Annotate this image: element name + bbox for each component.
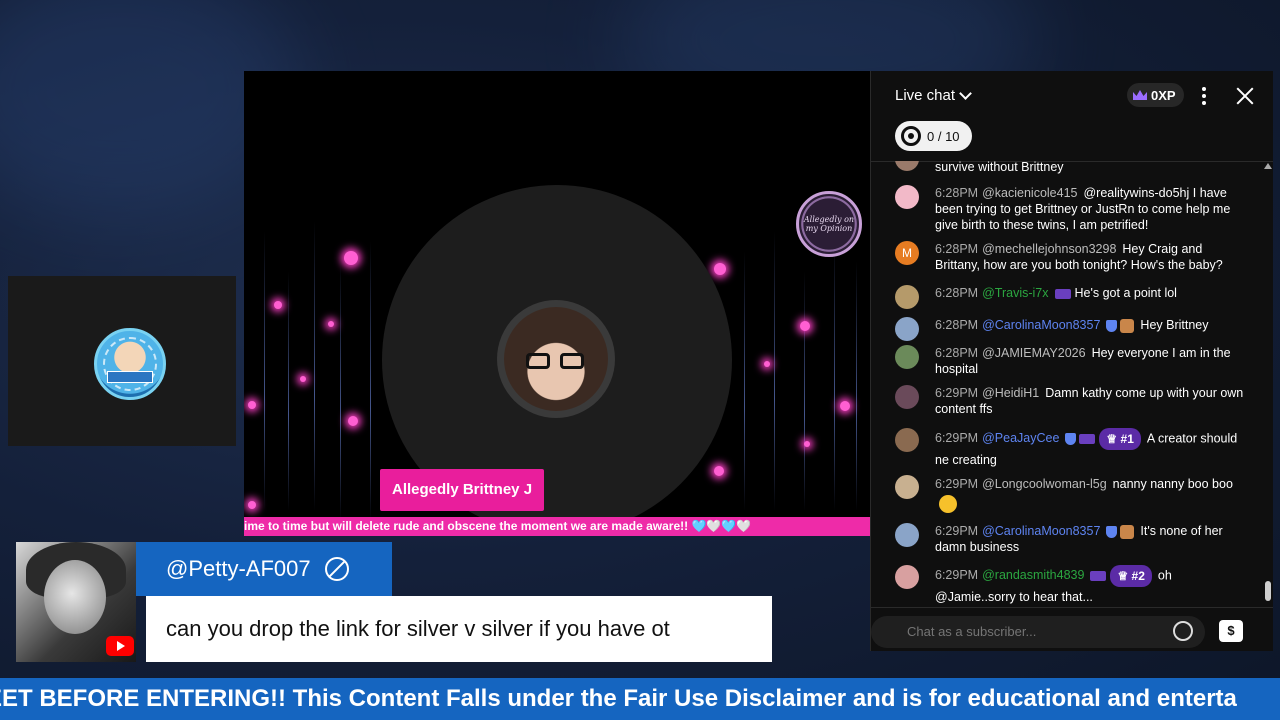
brand-badge: Allegedly on my Opinion [796,191,862,257]
message-author[interactable]: @JAMIEMAY2026 [982,346,1085,360]
presenter-avatar [504,307,608,411]
rank-badge: ♕ #2 [1110,565,1152,587]
message-author[interactable]: @randasmith4839 [982,568,1084,582]
chat-avatar [895,285,919,309]
chat-input-row: $ [871,607,1273,652]
target-icon [901,126,921,146]
message-time: 6:28PM [935,242,979,256]
chat-message: survive without Brittney [895,161,1247,175]
chat-avatar [895,428,919,452]
chat-message: 6:28PM @kacienicole415 @realitywins-do5hj … [895,185,1247,233]
message-time: 6:29PM [935,431,979,446]
super-chat-icon[interactable]: $ [1219,620,1243,642]
chat-messages: survive without Brittney 6:28PM @kacienic… [871,161,1263,607]
message-text: Hey Brittney [1140,318,1209,332]
message-time: 6:29PM [935,477,979,491]
chat-avatar: M [895,241,919,265]
logo-band [107,371,153,383]
bottom-ticker-text: EET BEFORE ENTERING!! This Content Falls… [0,685,1237,712]
message-text: nanny nanny boo boo [1112,477,1233,491]
message-text: He's got a point lol [1074,286,1177,300]
glasses-icon [526,353,586,369]
channel-logo-panel [8,276,236,446]
sticker-badge-icon [1090,571,1107,581]
sticker-badge-icon [1054,288,1071,299]
comment-username: @Petty-AF007 [166,556,311,581]
pink-ticker: ime to time but will delete rude and obs… [244,517,870,536]
message-author[interactable]: @CarolinaMoon8357 [982,524,1100,538]
chat-scrollbar[interactable] [1263,161,1273,607]
chat-avatar [895,317,919,341]
message-text: @realitywins-do5hj I have been trying to… [935,186,1231,232]
live-chat-panel: Live chat 0XP 0 / 10 survive without Bri… [870,71,1273,651]
message-time: 6:28PM [935,286,979,300]
more-options-icon[interactable] [1201,87,1207,105]
chat-avatar [895,475,919,499]
chat-header: Live chat 0XP 0 / 10 [871,71,1273,162]
message-author[interactable]: @kacienicole415 [982,186,1077,200]
chat-message: 6:28PM @Travis-i7x He's got a point lol [895,285,1247,309]
chat-avatar [895,385,919,409]
message-author[interactable]: @HeidiH1 [982,386,1039,400]
chat-mode-dropdown[interactable]: Live chat [895,87,972,104]
rank-badge: ♕ #1 [1099,428,1141,450]
chat-message: 6:28PM @JAMIEMAY2026 Hey everyone I am in … [895,345,1247,377]
chat-message: 6:29PM @randasmith4839 ♕ #2 oh @Jamie..sorr… [895,565,1247,607]
chat-title: Live chat [895,87,956,104]
member-badge-icon [1120,524,1135,539]
chat-avatar [895,523,919,547]
chat-avatar [895,161,919,171]
message-time: 6:28PM [935,318,979,332]
presenter-name-tag: Allegedly Brittney J [380,469,545,511]
chat-input[interactable] [871,616,1205,648]
sticker-badge-icon [1079,434,1096,444]
chat-message: M 6:28PM @mechellejohnson3298 Hey Craig an… [895,241,1247,273]
message-time: 6:28PM [935,186,979,200]
xp-value: 0XP [1151,87,1176,103]
chat-message: 6:29PM @CarolinaMoon8357 It's none of her … [895,523,1247,555]
scroll-up-icon[interactable] [1264,163,1272,169]
message-author[interactable]: @Longcoolwoman-l5g [982,477,1107,491]
message-time: 6:29PM [935,386,979,400]
close-icon[interactable] [1235,86,1255,106]
avatar-face [44,560,106,634]
message-time: 6:29PM [935,568,979,583]
channel-logo [94,328,166,400]
chat-message: 6:29PM @HeidiH1 Damn kathy come up with yo… [895,385,1247,417]
message-author[interactable]: @PeaJayCee [982,431,1059,445]
message-author[interactable]: @mechellejohnson3298 [982,242,1116,256]
moderator-shield-icon [1065,433,1077,445]
moderator-shield-icon [1106,319,1118,332]
comment-username-bar: @Petty-AF007 [136,542,392,596]
chat-avatar [895,345,919,369]
comment-text: can you drop the link for silver v silve… [146,596,772,662]
member-badge-icon [1120,318,1135,333]
message-author[interactable]: @Travis-i7x [982,286,1048,300]
blocked-icon [324,557,349,581]
bottom-ticker: EET BEFORE ENTERING!! This Content Falls… [0,678,1280,720]
message-time: 6:28PM [935,346,979,360]
emoji-icon[interactable] [1173,621,1193,641]
youtube-icon [106,636,134,656]
video-stage[interactable]: Allegedly on my Opinion Allegedly Brittn… [244,71,870,536]
comment-author-avatar [16,542,136,662]
message-time: 6:29PM [935,524,979,538]
chat-avatar [895,185,919,209]
rank-value: #1 [1120,432,1134,446]
crown-icon [1133,90,1147,100]
chat-message: 6:28PM @CarolinaMoon8357 Hey Brittney [895,317,1247,341]
chat-message: 6:29PM @PeaJayCee ♕ #1 A creator should ne … [895,428,1247,470]
message-author[interactable]: @CarolinaMoon8357 [982,318,1100,332]
chat-goal-pill[interactable]: 0 / 10 [895,121,972,151]
chat-avatar [895,565,919,589]
rank-value: #2 [1131,569,1145,583]
xp-pill[interactable]: 0XP [1127,83,1184,107]
message-text: survive without Brittney [935,161,1064,174]
chevron-down-icon [959,87,972,100]
scroll-thumb[interactable] [1265,581,1271,601]
moderator-shield-icon [1106,525,1118,538]
goal-progress: 0 / 10 [927,128,960,144]
laughing-emoji-icon [939,494,957,513]
chat-message: 6:29PM @Longcoolwoman-l5g nanny nanny boo … [895,475,1247,513]
